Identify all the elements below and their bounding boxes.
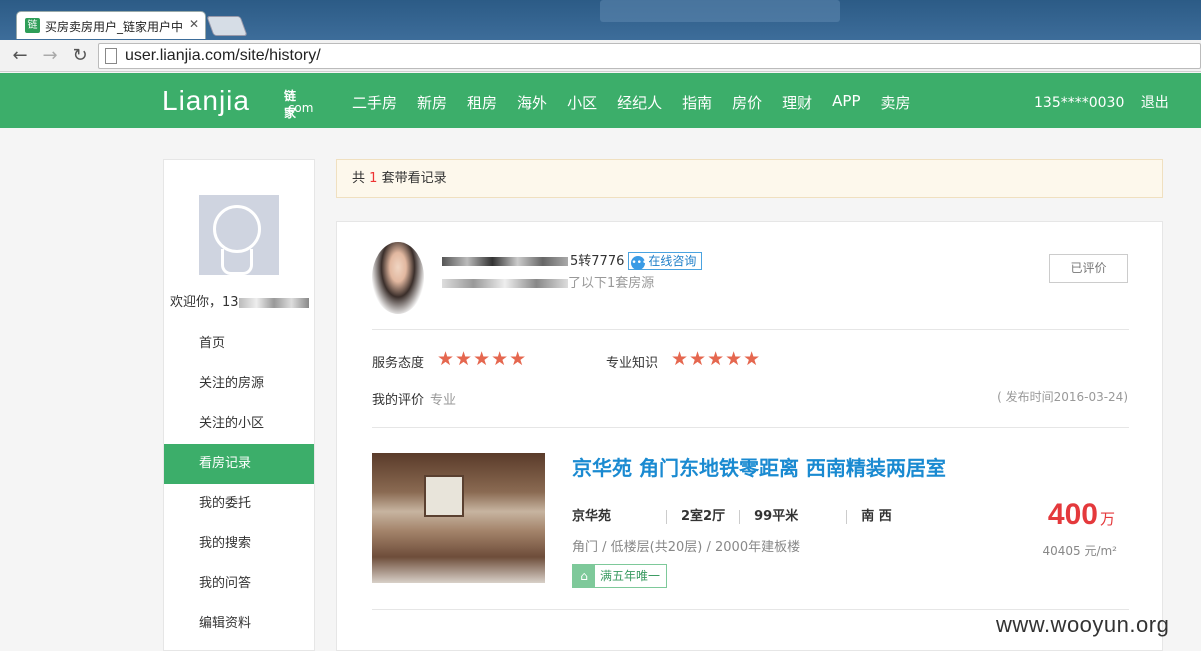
tab-title: 买房卖房用户_链家用户中	[45, 20, 184, 34]
online-consult-button[interactable]: •••在线咨询	[628, 252, 703, 270]
house-area: 99平米	[754, 509, 799, 524]
menu-item[interactable]: 租房	[467, 92, 497, 113]
consult-label: 在线咨询	[648, 254, 697, 268]
menu-item[interactable]: 经纪人	[617, 92, 662, 113]
house-orientation: 南 西	[861, 509, 892, 524]
menu-item[interactable]: 海外	[517, 92, 547, 113]
floor-info: 低楼层(共20层)	[610, 540, 703, 555]
rated-button[interactable]: 已评价	[1049, 254, 1128, 283]
blurred-background-window	[600, 0, 840, 22]
menu-item[interactable]: APP	[832, 92, 860, 113]
sidebar-item-my-qa[interactable]: 我的问答	[164, 564, 314, 604]
welcome-label: 欢迎你，13	[170, 295, 239, 310]
divider	[372, 329, 1129, 330]
built-year: 2000年建板楼	[715, 540, 801, 555]
main-menu: 二手房 新房 租房 海外 小区 经纪人 指南 房价 理财 APP 卖房	[352, 92, 931, 113]
sidebar-item-viewing-history[interactable]: 看房记录	[164, 444, 314, 484]
separator	[666, 509, 668, 524]
price-number: 400	[1047, 498, 1098, 531]
browser-tab-bar: 链 买房卖房用户_链家用户中 ✕	[0, 0, 1201, 40]
reload-icon[interactable]: ↻	[68, 44, 92, 68]
house-photo-window	[424, 475, 464, 517]
viewing-record-card: 5转7776 •••在线咨询 了以下1套房源 已评价 服务态度 ★★★★★ 专业知…	[336, 221, 1163, 651]
blurred-visit-date	[442, 279, 568, 288]
house-attributes: 京华苑 2室2厅 99平米 南 西	[572, 505, 892, 524]
divider	[372, 427, 1129, 428]
menu-item[interactable]: 二手房	[352, 92, 397, 113]
avatar[interactable]	[199, 195, 279, 275]
house-sub-info: 角门 / 低楼层(共20层) / 2000年建板楼	[572, 540, 801, 555]
knowledge-stars: ★★★★★	[671, 348, 762, 370]
my-comment: 我的评价 专业	[372, 389, 456, 408]
menu-item[interactable]: 新房	[417, 92, 447, 113]
address-bar[interactable]: user.lianjia.com/site/history/	[98, 43, 1201, 69]
community-name[interactable]: 京华苑	[572, 509, 611, 524]
house-layout: 2室2厅	[681, 509, 726, 524]
sidebar-item-home[interactable]: 首页	[164, 324, 314, 364]
logo-wordmark: Lianjia	[162, 85, 250, 116]
logo-com: .com	[284, 101, 314, 115]
price-unit: 万	[1099, 510, 1115, 528]
site-favicon-icon: 链	[25, 18, 40, 33]
user-area: 135****0030 退出	[1034, 92, 1181, 112]
tag-label: 满五年唯一	[600, 569, 661, 583]
knowledge-label: 专业知识	[606, 356, 659, 371]
menu-item[interactable]: 小区	[567, 92, 597, 113]
house-tag: ⌂ 满五年唯一	[572, 564, 668, 588]
divider	[372, 609, 1129, 610]
total-price: 400 万	[1048, 498, 1115, 532]
district: 角门	[572, 540, 599, 555]
sidebar-item-edit-profile[interactable]: 编辑资料	[164, 604, 314, 644]
user-phone[interactable]: 135****0030	[1034, 95, 1124, 111]
notice-suffix: 套带看记录	[381, 171, 447, 186]
url-text: user.lianjia.com/site/history/	[125, 47, 321, 64]
record-count-notice: 共 1 套带看记录	[336, 159, 1163, 198]
close-tab-icon[interactable]: ✕	[189, 17, 199, 31]
site-header: Lianjia 链家 .com 二手房 新房 租房 海外 小区 经纪人 指南 房…	[0, 73, 1201, 128]
menu-item[interactable]: 指南	[682, 92, 712, 113]
agent-phone: 5转7776	[570, 254, 625, 269]
watermark: www.wooyun.org	[996, 612, 1170, 637]
service-stars: ★★★★★	[437, 348, 528, 370]
notice-count: 1	[369, 171, 378, 186]
blurred-username	[238, 297, 309, 308]
menu-item[interactable]: 理财	[782, 92, 812, 113]
separator	[846, 509, 848, 524]
logout-link[interactable]: 退出	[1141, 95, 1169, 111]
comment-label: 我的评价	[372, 393, 425, 408]
agent-info: 5转7776 •••在线咨询	[442, 250, 703, 270]
gift-icon: ⌂	[573, 565, 595, 587]
browser-nav-bar: ← → ↻ user.lianjia.com/site/history/	[0, 40, 1201, 72]
blurred-agent-name	[442, 257, 568, 266]
house-title-link[interactable]: 京华苑 角门东地铁零距离 西南精装两居室	[572, 452, 946, 481]
forward-arrow-icon[interactable]: →	[38, 44, 62, 68]
separator	[739, 509, 741, 524]
user-sidebar: 欢迎你，13 首页 关注的房源 关注的小区 看房记录 我的委托 我的搜索 我的问…	[163, 159, 315, 651]
agent-photo[interactable]	[372, 242, 424, 314]
house-photo[interactable]	[372, 453, 545, 583]
notice-prefix: 共	[352, 171, 366, 186]
service-label: 服务态度	[372, 356, 425, 371]
back-arrow-icon[interactable]: ←	[8, 44, 32, 68]
sidebar-item-my-search[interactable]: 我的搜索	[164, 524, 314, 564]
avatar-body-icon	[221, 249, 253, 275]
avatar-head-icon	[213, 205, 261, 253]
unit-price: 40405 元/m²	[1042, 544, 1117, 558]
page-icon	[105, 48, 117, 64]
welcome-text: 欢迎你，13	[170, 291, 309, 310]
comment-text: 专业	[430, 393, 457, 408]
sidebar-item-my-entrust[interactable]: 我的委托	[164, 484, 314, 524]
chat-bubble-icon: •••	[631, 256, 648, 270]
menu-item[interactable]: 房价	[732, 92, 762, 113]
new-tab-button[interactable]	[206, 16, 248, 36]
visit-text: 了以下1套房源	[568, 276, 655, 291]
sidebar-item-followed-houses[interactable]: 关注的房源	[164, 364, 314, 404]
browser-tab[interactable]: 链 买房卖房用户_链家用户中 ✕	[16, 11, 206, 39]
lianjia-logo[interactable]: Lianjia 链家 .com	[162, 85, 313, 120]
visit-info: 了以下1套房源	[442, 272, 654, 291]
menu-item[interactable]: 卖房	[881, 92, 911, 113]
publish-date: ( 发布时间2016-03-24)	[997, 390, 1128, 404]
sidebar-item-followed-communities[interactable]: 关注的小区	[164, 404, 314, 444]
